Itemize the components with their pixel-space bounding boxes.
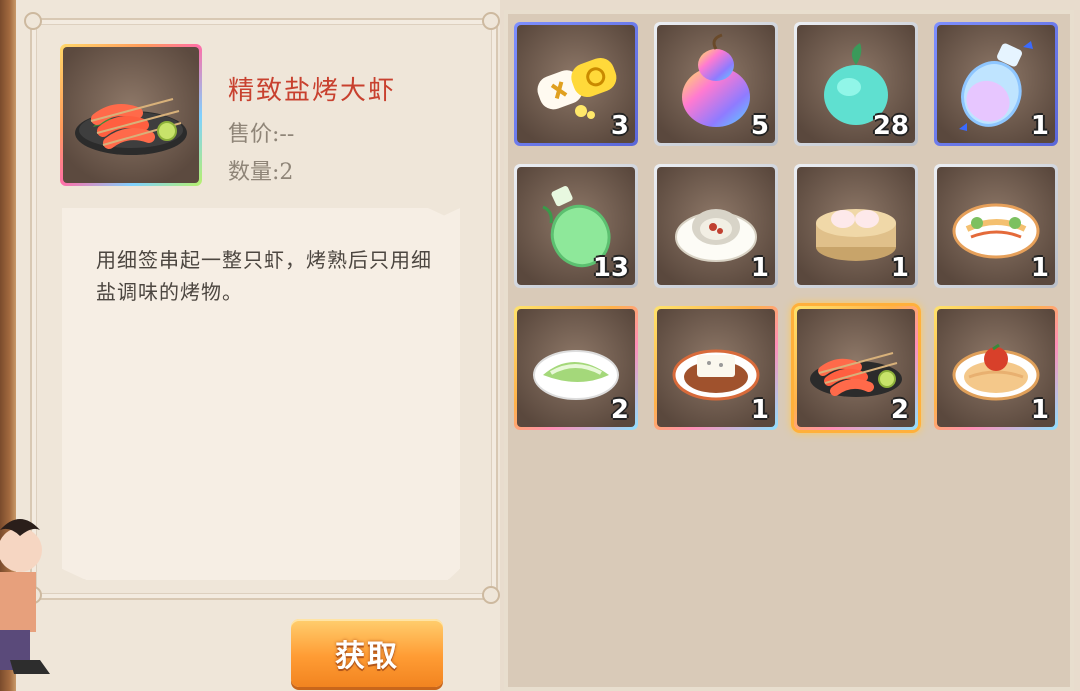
inventory-slot[interactable]: 13 (514, 164, 638, 288)
frame-corner-ornament (482, 586, 500, 604)
item-count: 13 (592, 253, 629, 283)
selected-item-icon-frame (60, 44, 202, 186)
description-paper: 用细签串起一整只虾，烤熟后只用细盐调味的烤物。 (62, 208, 460, 580)
item-description: 用细签串起一整只虾，烤熟后只用细盐调味的烤物。 (96, 248, 432, 304)
inventory-slot[interactable]: 1 (654, 306, 778, 430)
frame-corner-ornament (482, 12, 500, 30)
character-mascot (0, 519, 50, 674)
item-count: 1 (890, 253, 909, 283)
inventory-slot[interactable]: 1 (934, 22, 1058, 146)
item-price: 售价:-- (228, 122, 295, 147)
inventory-slot[interactable]: 5 (654, 22, 778, 146)
item-count: 5 (750, 111, 769, 141)
inventory-slot[interactable]: 28 (794, 22, 918, 146)
inventory-slot[interactable]: 2 (514, 306, 638, 430)
item-count: 1 (1030, 111, 1049, 141)
item-count: 28 (872, 111, 909, 141)
item-count: 2 (610, 395, 629, 425)
inventory-slot[interactable]: 3 (514, 22, 638, 146)
item-count: 1 (750, 253, 769, 283)
grilled-shrimp-icon (75, 98, 187, 155)
item-count: 1 (750, 395, 769, 425)
inventory-slot[interactable]: 1 (934, 306, 1058, 430)
item-count: 1 (1030, 253, 1049, 283)
inventory-slot-selected[interactable]: 2 (794, 306, 918, 430)
get-button[interactable]: 获取 (291, 619, 443, 687)
item-count: 2 (890, 395, 909, 425)
inventory-slot[interactable]: 1 (654, 164, 778, 288)
inventory-slot[interactable]: 1 (934, 164, 1058, 288)
item-name: 精致盐烤大虾 (228, 76, 397, 106)
inventory-slot[interactable]: 1 (794, 164, 918, 288)
item-count: 3 (610, 111, 629, 141)
frame-corner-ornament (24, 12, 42, 30)
item-quantity: 数量:2 (228, 160, 294, 185)
item-count: 1 (1030, 395, 1049, 425)
